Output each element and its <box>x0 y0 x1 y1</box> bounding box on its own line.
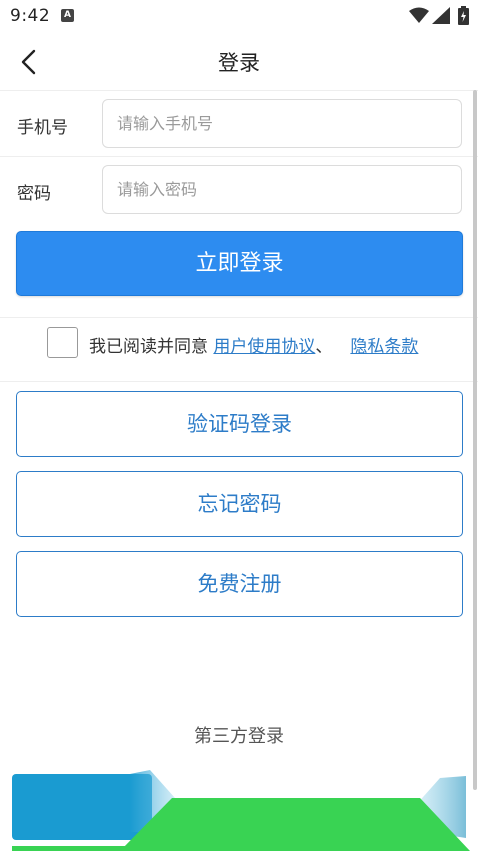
title-bar: 登录 <box>0 34 478 90</box>
phone-row: 手机号 <box>0 91 478 157</box>
third-party-login-options <box>0 766 478 851</box>
third-party-shapes <box>12 770 470 851</box>
user-agreement-link[interactable]: 用户使用协议 <box>213 337 315 357</box>
agreement-prefix: 我已阅读并同意 <box>89 337 208 357</box>
status-bar: 9:42 A <box>0 0 478 34</box>
sms-login-button[interactable]: 验证码登录 <box>16 391 463 457</box>
password-input[interactable] <box>102 165 462 214</box>
notification-a-icon: A <box>61 9 74 22</box>
third-party-green-strip <box>12 846 152 851</box>
signal-icon <box>432 7 450 24</box>
password-row: 密码 <box>0 157 478 223</box>
agreement-separator: 、 <box>315 337 333 357</box>
agreement-row: 我已阅读并同意 用户使用协议、 隐私条款 <box>0 318 478 382</box>
scrollbar[interactable] <box>473 90 477 790</box>
login-section: 立即登录 <box>0 222 478 318</box>
register-button[interactable]: 免费注册 <box>16 551 463 617</box>
phone-input[interactable] <box>102 99 462 148</box>
login-form: 手机号 密码 <box>0 90 478 223</box>
battery-charging-icon <box>458 6 469 25</box>
page-title: 登录 <box>218 51 260 75</box>
agreement-text: 我已阅读并同意 用户使用协议、 隐私条款 <box>89 332 418 357</box>
third-party-green-option[interactable] <box>120 798 470 851</box>
agreement-checkbox[interactable] <box>47 327 78 358</box>
login-button[interactable]: 立即登录 <box>16 231 463 296</box>
privacy-policy-link[interactable]: 隐私条款 <box>350 337 418 357</box>
phone-label: 手机号 <box>17 118 68 138</box>
wifi-icon <box>409 7 429 23</box>
forgot-password-button[interactable]: 忘记密码 <box>16 471 463 537</box>
password-label: 密码 <box>17 184 51 204</box>
third-party-title: 第三方登录 <box>194 726 284 747</box>
status-time: 9:42 <box>10 6 51 26</box>
